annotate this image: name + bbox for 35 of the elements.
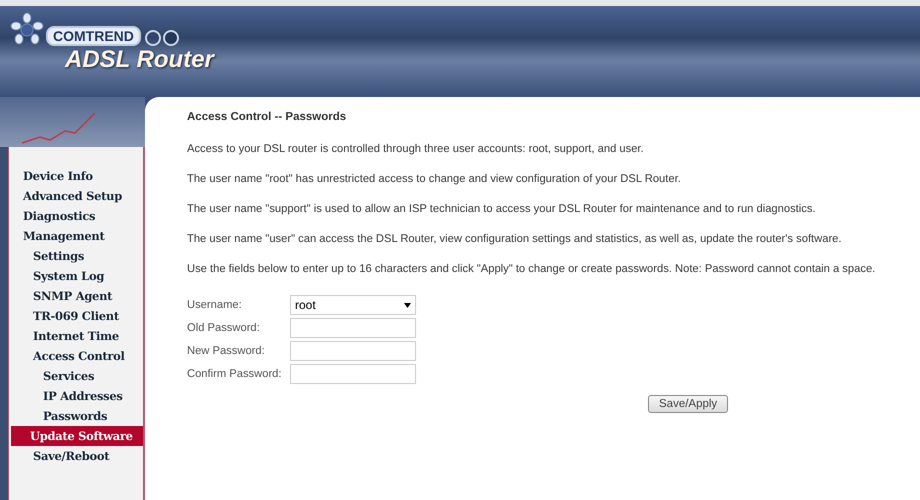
description-text: Use the fields below to enter up to 16 characters and click "Apply" to change or create passwords. Note: Password cannot contain a space. xyxy=(187,262,876,277)
field-label: Username: xyxy=(187,299,243,311)
sidebar-item[interactable]: Services xyxy=(9,366,143,386)
sidebar-item[interactable]: Access Control xyxy=(9,346,143,366)
sidebar-item[interactable]: Device Info xyxy=(9,166,143,186)
description-text: The user name "root" has unrestricted access to change and view configuration of your DSL Router. xyxy=(187,172,682,187)
sidebar-item[interactable]: IP Addresses xyxy=(9,386,143,406)
description-text: The user name "support" is used to allow an ISP technician to access your DSL Router for maintenance and to run diagnostics. xyxy=(187,202,817,217)
password-field[interactable] xyxy=(290,341,416,361)
description-text: The user name "user" can access the DSL Router, view configuration settings and statistics, as well as, update the router's software. xyxy=(187,232,843,247)
sidebar-item[interactable]: TR-069 Client xyxy=(9,306,143,326)
save-apply-button[interactable]: Save/Apply xyxy=(648,395,728,413)
description-text: Access to your DSL router is controlled through three user accounts: root, support, and user. xyxy=(187,142,645,157)
field-label: Confirm Password: xyxy=(187,368,282,380)
sidebar-item[interactable]: System Log xyxy=(9,266,143,286)
sidebar-item[interactable]: Save/Reboot xyxy=(9,446,143,466)
sidebar-item[interactable]: Update Software xyxy=(11,426,143,446)
password-field[interactable] xyxy=(290,318,416,338)
dropdown-caret-icon xyxy=(404,302,411,308)
username-dropdown[interactable]: root xyxy=(290,295,416,315)
sidebar-item[interactable]: Internet Time xyxy=(9,326,143,346)
sidebar-item[interactable]: Settings xyxy=(9,246,143,266)
sidebar-item[interactable]: Advanced Setup xyxy=(9,186,143,206)
sidebar-item[interactable]: Diagnostics xyxy=(9,206,143,226)
sidebar-item[interactable]: Passwords xyxy=(9,406,143,426)
flower-logo-icon xyxy=(10,12,44,46)
brand-logo-text: COMTREND xyxy=(46,26,141,46)
sidebar-item[interactable]: SNMP Agent xyxy=(9,286,143,306)
password-field[interactable] xyxy=(290,364,416,384)
field-label: New Password: xyxy=(187,345,266,357)
page-title: Access Control -- Passwords xyxy=(187,111,348,123)
field-label: Old Password: xyxy=(187,322,261,334)
circles-icon xyxy=(144,30,179,46)
product-title: ADSL Router xyxy=(64,46,216,74)
sidebar-item[interactable]: Management xyxy=(9,226,143,246)
